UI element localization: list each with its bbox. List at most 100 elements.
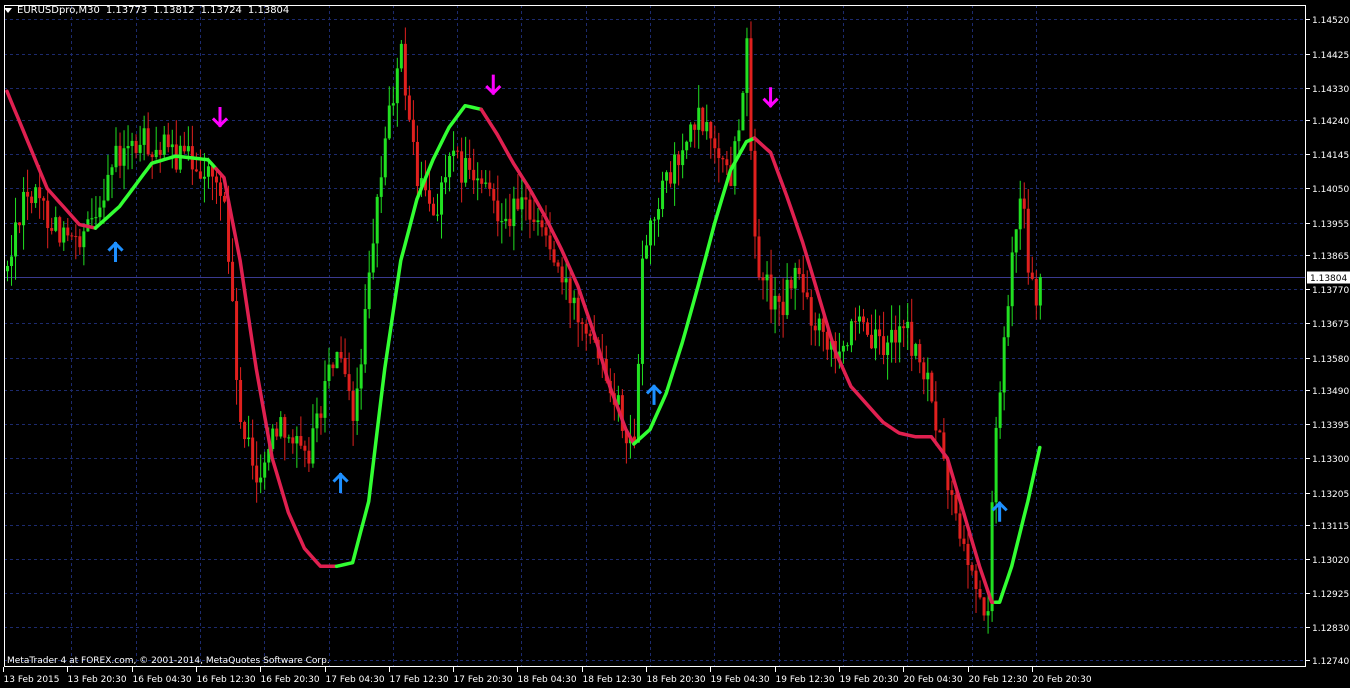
y-tick-label: 1.12740 [1312,657,1349,667]
candle-body [757,236,761,278]
candle-body [845,345,849,347]
candle-body [584,323,588,334]
candle-body [10,256,14,266]
candle-body [685,141,689,151]
candle-body [962,538,966,544]
candle-body [741,92,745,131]
candle-body [484,182,488,184]
candle-body [721,158,725,160]
candle-body [1034,278,1038,306]
y-tick-label: 1.14425 [1312,51,1349,61]
candle-body [170,144,174,148]
candle-body [275,428,279,437]
candle-body [516,198,520,210]
candle-body [998,392,1002,428]
candle-body [118,145,122,166]
candle-body [636,363,640,443]
sell-arrow-icon [485,74,502,96]
candle-body [431,203,435,216]
symbol-timeframe-label: EURUSDpro,M30 [17,4,100,16]
candle-body [18,222,22,226]
candle-body [94,217,98,219]
candle-body [399,43,403,69]
y-tick-label: 1.13580 [1312,355,1349,365]
candle-body [150,154,154,158]
candle-body [351,390,355,421]
candle-body [994,427,998,503]
candle-body [745,38,749,93]
candle-body [866,322,870,335]
candle-body [673,154,677,184]
candle-body [194,169,198,172]
candle-body [882,336,886,356]
candle-body [38,187,42,199]
candle-body [440,182,444,215]
candle-body [528,199,532,220]
candle-body [263,462,267,478]
candle-body [512,198,516,227]
signal-arrows [107,74,1008,522]
candle-body [448,155,452,178]
candle-body [930,372,934,402]
candle-body [218,182,222,196]
candle-body [572,297,576,304]
candle-body [922,362,926,380]
candle-body [1030,272,1034,279]
candle-body [753,150,757,237]
candle-body [355,388,359,421]
candle-body [588,333,592,337]
candle-body [580,322,584,324]
trend-segment-down [5,89,98,230]
candle-body [202,176,206,179]
candle-body [98,207,102,218]
x-tick-label: 16 Feb 04:30 [133,675,192,685]
y-tick-label: 1.13300 [1312,455,1349,465]
candle-body [46,200,50,229]
y-tick-label: 1.12830 [1312,624,1349,634]
candle-body [853,321,857,323]
candle-body [1002,337,1006,393]
arrow-shape [211,107,229,128]
candles [6,21,1042,634]
x-tick-label: 17 Feb 12:30 [390,675,449,685]
x-tick-label: 13 Feb 2015 [4,675,60,685]
candle-body [299,436,303,446]
candle-body [166,134,170,148]
y-tick-label: 1.13865 [1312,252,1349,262]
candle-body [78,236,82,248]
candle-body [765,274,769,281]
candle-body [970,565,974,571]
candle-body [1014,229,1018,253]
candle-body [657,209,661,220]
candle-body [870,334,874,349]
candle-body [910,321,914,356]
candle-body [303,445,307,451]
chart-menu-triangle-icon[interactable] [4,7,12,13]
candle-body [379,177,383,197]
candle-body [540,220,544,228]
candle-body [640,258,644,364]
chart-window[interactable]: EURUSDpro,M30 1.13773 1.13812 1.13724 1.… [0,0,1350,688]
candle-body [383,138,387,178]
candle-body [644,245,648,259]
arrow-shape [485,74,502,96]
candle-body [411,119,415,142]
price-chart[interactable]: 1.14520 1.14425 1.14330 1.14240 1.14145 1.140… [0,0,1350,688]
candle-body [283,417,287,438]
ohlc-low: 1.13724 [200,4,242,16]
candle-body [950,490,954,495]
candle-body [556,262,560,267]
candle-body [134,140,138,153]
candle-body [243,422,247,440]
candle-body [781,301,785,316]
candle-body [918,344,922,363]
x-tick-label: 17 Feb 04:30 [326,675,385,685]
candle-body [214,176,218,183]
candle-body [363,309,367,365]
candle-body [576,297,580,323]
candle-body [789,279,793,289]
candle-body [564,278,568,283]
candle-body [198,171,202,179]
candle-body [697,107,701,130]
candle-body [817,318,821,331]
